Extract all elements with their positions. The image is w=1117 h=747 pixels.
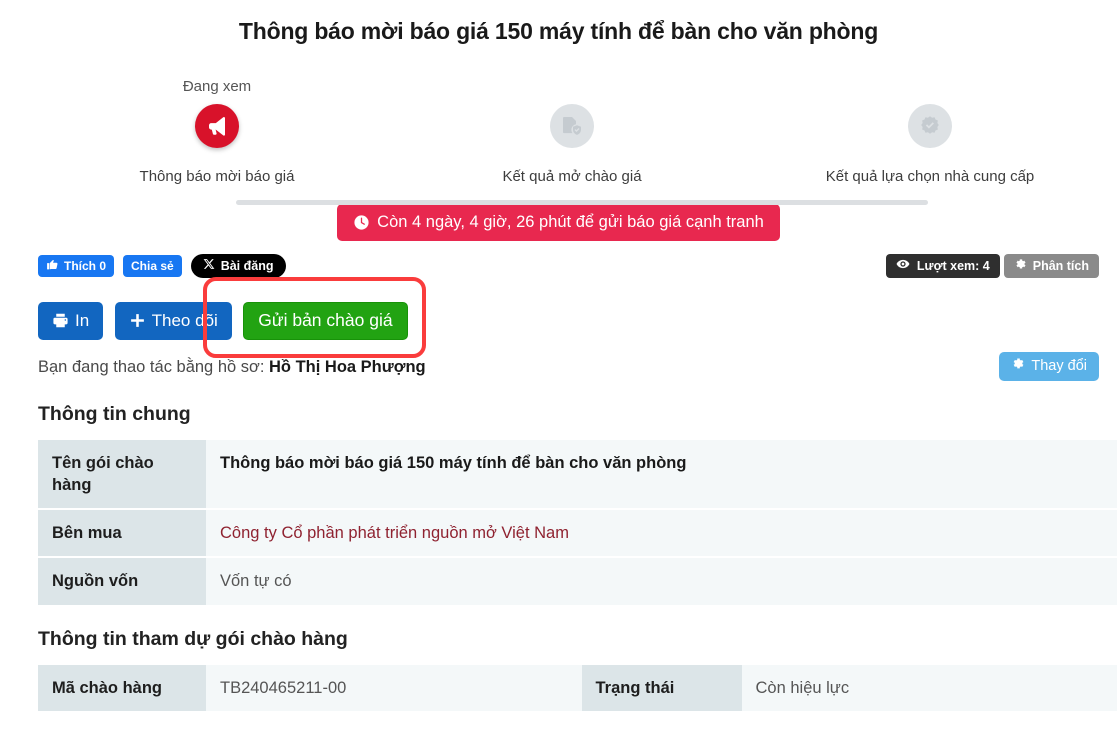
general-info-value-1[interactable]: Công ty Cổ phần phát triển nguồn mở Việt… xyxy=(206,510,1117,556)
stepper-spacer xyxy=(810,76,1050,104)
facebook-like-button[interactable]: Thích 0 xyxy=(38,255,114,277)
document-shield-check-icon xyxy=(550,104,594,148)
eye-icon xyxy=(896,257,910,274)
view-count-badge[interactable]: Lượt xem: 4 xyxy=(886,254,1000,278)
facebook-like-label: Thích 0 xyxy=(64,259,106,273)
facebook-share-label: Chia sẻ xyxy=(131,259,174,273)
stepper-track xyxy=(236,200,928,205)
table-row: Bên mua Công ty Cổ phần phát triển nguồn… xyxy=(38,510,1117,556)
countdown-banner-wrap: Còn 4 ngày, 4 giờ, 26 phút để gửi báo gi… xyxy=(0,204,1117,241)
active-profile-prefix: Bạn đang thao tác bằng hồ sơ: xyxy=(38,358,264,376)
megaphone-icon xyxy=(195,104,239,148)
status-key: Trạng thái xyxy=(582,665,742,711)
change-profile-button[interactable]: Thay đổi xyxy=(999,352,1099,381)
change-profile-label: Thay đổi xyxy=(1031,358,1087,374)
stepper-spacer xyxy=(452,76,692,104)
clock-icon xyxy=(353,214,370,231)
progress-stepper: Đang xem Thông báo mời báo giá Kết quả m… xyxy=(0,76,1117,196)
stepper-step-1-label: Thông báo mời báo giá xyxy=(97,168,337,186)
analytics-label: Phân tích xyxy=(1033,259,1089,273)
submit-quote-label: Gửi bản chào giá xyxy=(258,310,392,331)
print-button[interactable]: In xyxy=(38,302,103,340)
x-logo-icon xyxy=(203,258,215,274)
status-value: Còn hiệu lực xyxy=(742,665,1117,711)
general-info-table: Tên gói chào hàng Thông báo mời báo giá … xyxy=(38,438,1117,607)
general-info-heading: Thông tin chung xyxy=(38,403,1117,426)
general-info-key-0: Tên gói chào hàng xyxy=(38,440,206,509)
general-info-key-2: Nguồn vốn xyxy=(38,558,206,604)
participation-info-table: Mã chào hàng TB240465211-00 Trạng thái C… xyxy=(38,663,1117,713)
analytics-badge[interactable]: Phân tích xyxy=(1004,254,1099,278)
thumbs-up-icon xyxy=(46,258,59,274)
x-post-button[interactable]: Bài đăng xyxy=(191,254,286,278)
general-info-value-0: Thông báo mời báo giá 150 máy tính để bà… xyxy=(206,440,1117,509)
stepper-step-2-label: Kết quả mở chào giá xyxy=(452,168,692,186)
social-buttons-left: Thích 0 Chia sẻ Bài đăng xyxy=(38,254,286,278)
follow-button[interactable]: Theo dõi xyxy=(115,302,232,340)
submit-quote-button[interactable]: Gửi bản chào giá xyxy=(243,302,407,340)
stepper-step-3[interactable]: Kết quả lựa chọn nhà cung cấp xyxy=(810,76,1050,186)
active-profile-name: Hồ Thị Hoa Phượng xyxy=(269,358,426,376)
printer-icon xyxy=(52,312,69,329)
quote-code-key: Mã chào hàng xyxy=(38,665,206,711)
table-row: Nguồn vốn Vốn tự có xyxy=(38,558,1117,604)
view-count-label: Lượt xem: 4 xyxy=(917,259,990,273)
stepper-current-marker: Đang xem xyxy=(97,76,337,98)
active-profile-row: Bạn đang thao tác bằng hồ sơ: Hồ Thị Hoa… xyxy=(0,352,1117,382)
x-post-label: Bài đăng xyxy=(221,258,274,274)
facebook-share-button[interactable]: Chia sẻ xyxy=(123,255,182,277)
active-profile-text: Bạn đang thao tác bằng hồ sơ: Hồ Thị Hoa… xyxy=(38,358,426,376)
award-check-icon xyxy=(908,104,952,148)
participation-info-heading: Thông tin tham dự gói chào hàng xyxy=(38,628,1117,651)
countdown-text: Còn 4 ngày, 4 giờ, 26 phút để gửi báo gi… xyxy=(377,213,764,232)
general-info-value-2: Vốn tự có xyxy=(206,558,1117,604)
social-buttons-right: Lượt xem: 4 Phân tích xyxy=(886,254,1099,278)
page-title: Thông báo mời báo giá 150 máy tính để bà… xyxy=(0,18,1117,46)
gear-icon xyxy=(1014,258,1027,274)
quote-code-value: TB240465211-00 xyxy=(206,665,582,711)
table-row: Mã chào hàng TB240465211-00 Trạng thái C… xyxy=(38,665,1117,711)
print-button-label: In xyxy=(75,311,89,331)
follow-button-label: Theo dõi xyxy=(152,311,218,331)
gear-icon xyxy=(1011,357,1025,375)
table-row: Tên gói chào hàng Thông báo mời báo giá … xyxy=(38,440,1117,509)
countdown-banner: Còn 4 ngày, 4 giờ, 26 phút để gửi báo gi… xyxy=(337,204,780,241)
stepper-step-1[interactable]: Đang xem Thông báo mời báo giá xyxy=(97,76,337,186)
stepper-step-3-label: Kết quả lựa chọn nhà cung cấp xyxy=(810,168,1050,186)
plus-icon xyxy=(129,312,146,329)
action-button-row: In Theo dõi Gửi bản chào giá xyxy=(0,302,1117,342)
stepper-step-2[interactable]: Kết quả mở chào giá xyxy=(452,76,692,186)
general-info-key-1: Bên mua xyxy=(38,510,206,556)
social-row: Thích 0 Chia sẻ Bài đăng Lượt xem: 4 xyxy=(0,254,1117,284)
